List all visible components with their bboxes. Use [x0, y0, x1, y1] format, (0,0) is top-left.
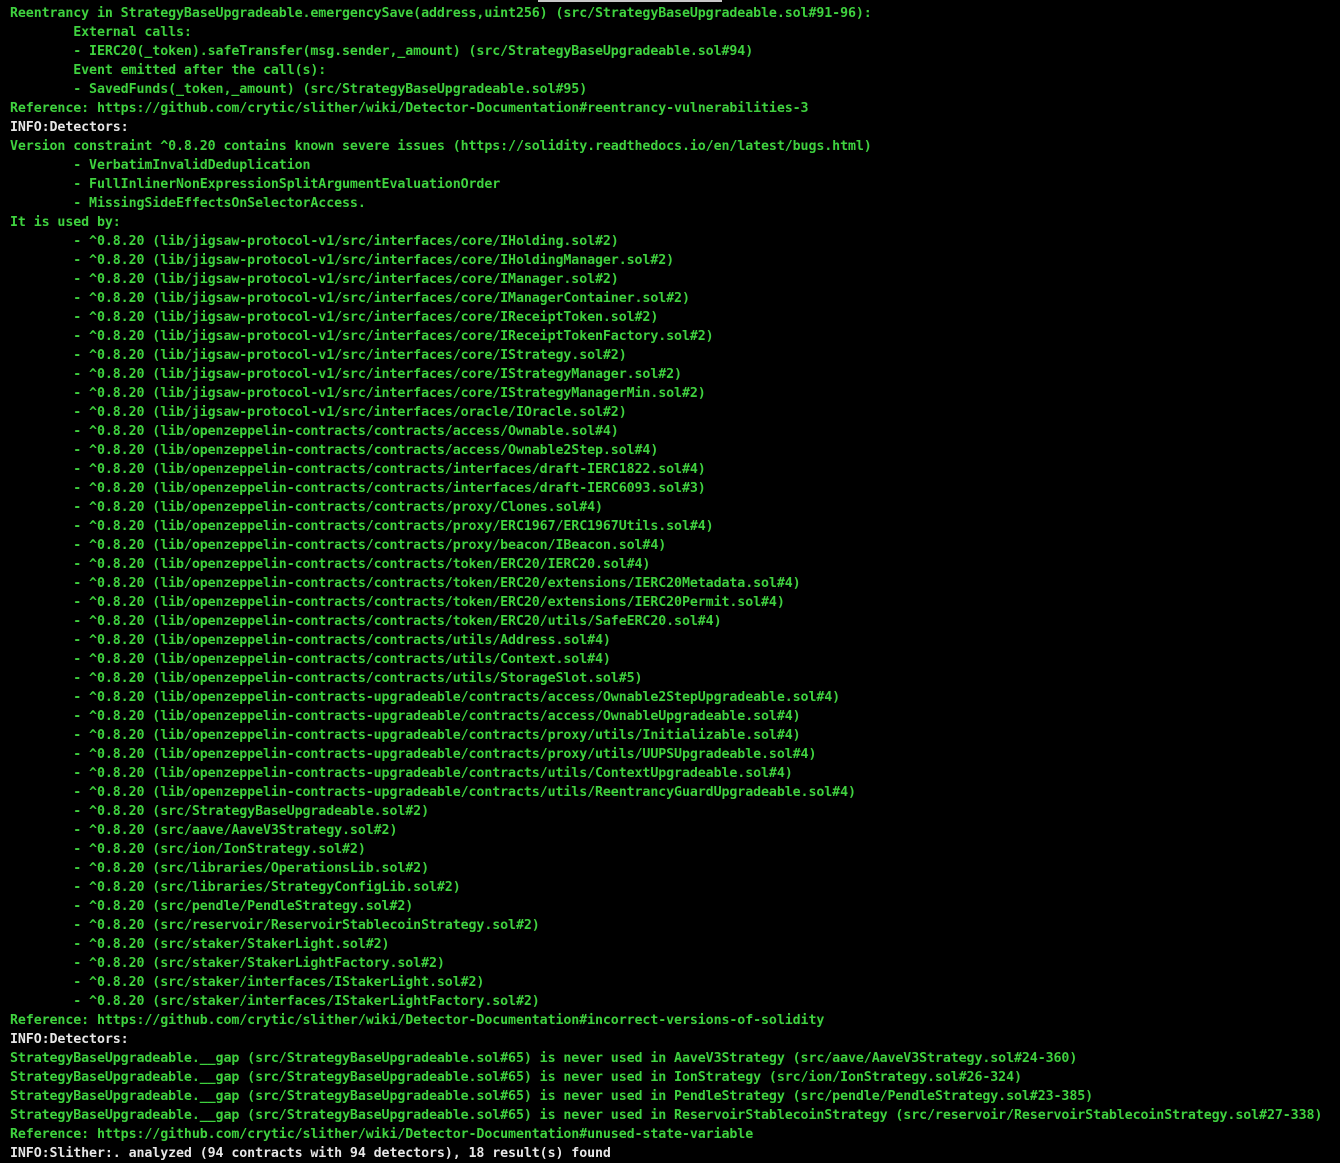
- output-line: - ^0.8.20 (lib/openzeppelin-contracts/co…: [10, 424, 619, 439]
- output-line: - ^0.8.20 (lib/openzeppelin-contracts-up…: [10, 785, 856, 800]
- output-line: - ^0.8.20 (src/pendle/PendleStrategy.sol…: [10, 899, 414, 914]
- output-line: - ^0.8.20 (src/libraries/OperationsLib.s…: [10, 861, 429, 876]
- output-line: - ^0.8.20 (lib/jigsaw-protocol-v1/src/in…: [10, 310, 659, 325]
- output-line: - ^0.8.20 (lib/openzeppelin-contracts-up…: [10, 709, 801, 724]
- output-line: - ^0.8.20 (src/staker/interfaces/IStaker…: [10, 994, 540, 1009]
- terminal-output: Reentrancy in StrategyBaseUpgradeable.em…: [10, 4, 1340, 1163]
- output-line: - ^0.8.20 (lib/openzeppelin-contracts-up…: [10, 728, 801, 743]
- output-line: - ^0.8.20 (lib/jigsaw-protocol-v1/src/in…: [10, 234, 619, 249]
- output-line: - ^0.8.20 (lib/openzeppelin-contracts/co…: [10, 481, 706, 496]
- output-line: StrategyBaseUpgradeable.__gap (src/Strat…: [10, 1089, 1094, 1104]
- output-line: INFO:Detectors:: [10, 1032, 129, 1047]
- output-line: - ^0.8.20 (src/libraries/StrategyConfigL…: [10, 880, 461, 895]
- terminal-window[interactable]: Reentrancy in StrategyBaseUpgradeable.em…: [0, 0, 1340, 1163]
- output-line: StrategyBaseUpgradeable.__gap (src/Strat…: [10, 1108, 1323, 1123]
- output-line: - ^0.8.20 (lib/openzeppelin-contracts/co…: [10, 538, 667, 553]
- output-line: Version constraint ^0.8.20 contains know…: [10, 139, 872, 154]
- output-line: - ^0.8.20 (lib/openzeppelin-contracts/co…: [10, 671, 643, 686]
- output-line: StrategyBaseUpgradeable.__gap (src/Strat…: [10, 1051, 1078, 1066]
- output-line: - ^0.8.20 (lib/jigsaw-protocol-v1/src/in…: [10, 291, 690, 306]
- output-line: - ^0.8.20 (lib/openzeppelin-contracts/co…: [10, 614, 722, 629]
- output-line: It is used by:: [10, 215, 121, 230]
- output-line: - ^0.8.20 (lib/openzeppelin-contracts-up…: [10, 747, 817, 762]
- output-line: External calls:: [10, 25, 192, 40]
- output-line: - ^0.8.20 (lib/openzeppelin-contracts/co…: [10, 500, 603, 515]
- output-line: - ^0.8.20 (src/reservoir/ReservoirStable…: [10, 918, 540, 933]
- selection-highlight: [538, 0, 722, 2]
- output-line: - ^0.8.20 (lib/openzeppelin-contracts/co…: [10, 557, 651, 572]
- output-line: - ^0.8.20 (src/staker/interfaces/IStaker…: [10, 975, 485, 990]
- output-line: - SavedFunds(_token,_amount) (src/Strate…: [10, 82, 588, 97]
- output-line: - ^0.8.20 (lib/jigsaw-protocol-v1/src/in…: [10, 386, 706, 401]
- output-line: Event emitted after the call(s):: [10, 63, 327, 78]
- output-line: - ^0.8.20 (lib/jigsaw-protocol-v1/src/in…: [10, 272, 619, 287]
- output-line: - ^0.8.20 (lib/openzeppelin-contracts-up…: [10, 766, 793, 781]
- output-line: INFO:Slither:. analyzed (94 contracts wi…: [10, 1146, 611, 1161]
- output-line: - ^0.8.20 (src/ion/IonStrategy.sol#2): [10, 842, 366, 857]
- output-line: - ^0.8.20 (lib/openzeppelin-contracts/co…: [10, 462, 706, 477]
- output-line: - ^0.8.20 (lib/openzeppelin-contracts/co…: [10, 443, 659, 458]
- output-line: - FullInlinerNonExpressionSplitArgumentE…: [10, 177, 501, 192]
- output-line: - ^0.8.20 (lib/jigsaw-protocol-v1/src/in…: [10, 329, 714, 344]
- output-line: - ^0.8.20 (lib/jigsaw-protocol-v1/src/in…: [10, 253, 675, 268]
- output-line: Reference: https://github.com/crytic/sli…: [10, 101, 809, 116]
- output-line: - ^0.8.20 (lib/openzeppelin-contracts/co…: [10, 652, 611, 667]
- output-line: - ^0.8.20 (lib/openzeppelin-contracts/co…: [10, 519, 714, 534]
- output-line: INFO:Detectors:: [10, 120, 129, 135]
- output-line: - IERC20(_token).safeTransfer(msg.sender…: [10, 44, 754, 59]
- output-line: Reentrancy in StrategyBaseUpgradeable.em…: [10, 6, 872, 21]
- output-line: - ^0.8.20 (lib/jigsaw-protocol-v1/src/in…: [10, 348, 627, 363]
- output-line: Reference: https://github.com/crytic/sli…: [10, 1127, 754, 1142]
- output-line: - ^0.8.20 (lib/jigsaw-protocol-v1/src/in…: [10, 367, 682, 382]
- output-line: - ^0.8.20 (lib/openzeppelin-contracts/co…: [10, 576, 801, 591]
- output-line: Reference: https://github.com/crytic/sli…: [10, 1013, 825, 1028]
- output-line: - MissingSideEffectsOnSelectorAccess.: [10, 196, 366, 211]
- output-line: - ^0.8.20 (src/StrategyBaseUpgradeable.s…: [10, 804, 429, 819]
- output-line: - ^0.8.20 (lib/jigsaw-protocol-v1/src/in…: [10, 405, 627, 420]
- output-line: - ^0.8.20 (lib/openzeppelin-contracts/co…: [10, 633, 611, 648]
- output-line: - ^0.8.20 (src/staker/StakerLightFactory…: [10, 956, 445, 971]
- output-line: - ^0.8.20 (src/aave/AaveV3Strategy.sol#2…: [10, 823, 398, 838]
- output-line: - ^0.8.20 (lib/openzeppelin-contracts-up…: [10, 690, 841, 705]
- output-line: - ^0.8.20 (src/staker/StakerLight.sol#2): [10, 937, 390, 952]
- output-line: - VerbatimInvalidDeduplication: [10, 158, 311, 173]
- output-line: - ^0.8.20 (lib/openzeppelin-contracts/co…: [10, 595, 785, 610]
- output-line: StrategyBaseUpgradeable.__gap (src/Strat…: [10, 1070, 1022, 1085]
